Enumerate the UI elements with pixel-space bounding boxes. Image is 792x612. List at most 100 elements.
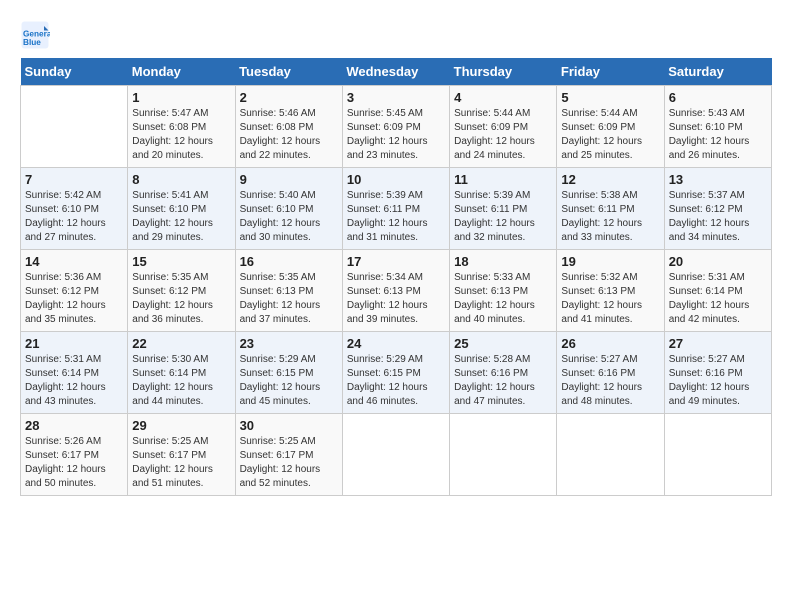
calendar-cell: 20 Sunrise: 5:31 AM Sunset: 6:14 PM Dayli… [664,250,771,332]
day-of-week-header: Monday [128,58,235,86]
calendar-week-row: 1 Sunrise: 5:47 AM Sunset: 6:08 PM Daylig… [21,86,772,168]
day-info-text: Sunrise: 5:35 AM Sunset: 6:13 PM Dayligh… [240,271,338,327]
calendar-header-row: SundayMondayTuesdayWednesdayThursdayFrid… [21,58,772,86]
calendar-cell [21,86,128,168]
day-of-week-header: Wednesday [342,58,449,86]
calendar-cell: 28 Sunrise: 5:26 AM Sunset: 6:17 PM Dayli… [21,414,128,496]
day-info-text: Sunrise: 5:44 AM Sunset: 6:09 PM Dayligh… [561,107,659,163]
calendar-cell: 14 Sunrise: 5:36 AM Sunset: 6:12 PM Dayli… [21,250,128,332]
day-number: 2 [240,90,338,105]
calendar-cell: 26Sunrise: 5:27 AM Sunset: 6:16 PM Dayli… [557,332,664,414]
calendar-cell: 11 Sunrise: 5:39 AM Sunset: 6:11 PM Dayli… [450,168,557,250]
day-of-week-header: Sunday [21,58,128,86]
day-number: 26 [561,336,659,351]
day-number: 27 [669,336,767,351]
calendar-cell: 5 Sunrise: 5:44 AM Sunset: 6:09 PM Daylig… [557,86,664,168]
calendar-cell: 29 Sunrise: 5:25 AM Sunset: 6:17 PM Dayli… [128,414,235,496]
day-of-week-header: Tuesday [235,58,342,86]
day-number: 14 [25,254,123,269]
calendar-cell: 16 Sunrise: 5:35 AM Sunset: 6:13 PM Dayli… [235,250,342,332]
day-info-text: Sunrise: 5:46 AM Sunset: 6:08 PM Dayligh… [240,107,338,163]
day-info-text: Sunrise: 5:36 AM Sunset: 6:12 PM Dayligh… [25,271,123,327]
calendar-cell: 7 Sunrise: 5:42 AM Sunset: 6:10 PM Daylig… [21,168,128,250]
logo: General Blue [20,20,54,50]
calendar-cell: 4Sunrise: 5:44 AM Sunset: 6:09 PM Daylig… [450,86,557,168]
day-info-text: Sunrise: 5:29 AM Sunset: 6:15 PM Dayligh… [347,353,445,409]
day-info-text: Sunrise: 5:41 AM Sunset: 6:10 PM Dayligh… [132,189,230,245]
calendar-cell: 21 Sunrise: 5:31 AM Sunset: 6:14 PM Dayli… [21,332,128,414]
day-number: 29 [132,418,230,433]
day-number: 22 [132,336,230,351]
calendar-cell [342,414,449,496]
day-number: 23 [240,336,338,351]
calendar-week-row: 14 Sunrise: 5:36 AM Sunset: 6:12 PM Dayli… [21,250,772,332]
day-number: 12 [561,172,659,187]
calendar-cell: 15Sunrise: 5:35 AM Sunset: 6:12 PM Dayli… [128,250,235,332]
calendar-cell: 6Sunrise: 5:43 AM Sunset: 6:10 PM Daylig… [664,86,771,168]
calendar-cell: 23 Sunrise: 5:29 AM Sunset: 6:15 PM Dayli… [235,332,342,414]
day-number: 11 [454,172,552,187]
day-info-text: Sunrise: 5:45 AM Sunset: 6:09 PM Dayligh… [347,107,445,163]
day-number: 10 [347,172,445,187]
calendar-cell: 3 Sunrise: 5:45 AM Sunset: 6:09 PM Daylig… [342,86,449,168]
calendar-cell [664,414,771,496]
day-info-text: Sunrise: 5:31 AM Sunset: 6:14 PM Dayligh… [25,353,123,409]
day-number: 6 [669,90,767,105]
calendar-cell: 19 Sunrise: 5:32 AM Sunset: 6:13 PM Dayli… [557,250,664,332]
day-info-text: Sunrise: 5:31 AM Sunset: 6:14 PM Dayligh… [669,271,767,327]
day-info-text: Sunrise: 5:42 AM Sunset: 6:10 PM Dayligh… [25,189,123,245]
calendar-cell: 22 Sunrise: 5:30 AM Sunset: 6:14 PM Dayli… [128,332,235,414]
calendar-week-row: 7 Sunrise: 5:42 AM Sunset: 6:10 PM Daylig… [21,168,772,250]
day-of-week-header: Friday [557,58,664,86]
day-number: 16 [240,254,338,269]
calendar-cell: 12 Sunrise: 5:38 AM Sunset: 6:11 PM Dayli… [557,168,664,250]
day-info-text: Sunrise: 5:32 AM Sunset: 6:13 PM Dayligh… [561,271,659,327]
day-number: 21 [25,336,123,351]
calendar-cell: 25 Sunrise: 5:28 AM Sunset: 6:16 PM Dayli… [450,332,557,414]
day-info-text: Sunrise: 5:26 AM Sunset: 6:17 PM Dayligh… [25,435,123,491]
day-number: 3 [347,90,445,105]
calendar-cell [450,414,557,496]
calendar-cell: 13Sunrise: 5:37 AM Sunset: 6:12 PM Dayli… [664,168,771,250]
day-number: 30 [240,418,338,433]
day-info-text: Sunrise: 5:38 AM Sunset: 6:11 PM Dayligh… [561,189,659,245]
calendar-cell: 30Sunrise: 5:25 AM Sunset: 6:17 PM Dayli… [235,414,342,496]
day-number: 5 [561,90,659,105]
day-number: 8 [132,172,230,187]
day-info-text: Sunrise: 5:28 AM Sunset: 6:16 PM Dayligh… [454,353,552,409]
day-info-text: Sunrise: 5:25 AM Sunset: 6:17 PM Dayligh… [132,435,230,491]
calendar-cell: 24 Sunrise: 5:29 AM Sunset: 6:15 PM Dayli… [342,332,449,414]
day-info-text: Sunrise: 5:33 AM Sunset: 6:13 PM Dayligh… [454,271,552,327]
day-info-text: Sunrise: 5:47 AM Sunset: 6:08 PM Dayligh… [132,107,230,163]
day-info-text: Sunrise: 5:37 AM Sunset: 6:12 PM Dayligh… [669,189,767,245]
calendar-cell: 18Sunrise: 5:33 AM Sunset: 6:13 PM Dayli… [450,250,557,332]
calendar-table: SundayMondayTuesdayWednesdayThursdayFrid… [20,58,772,496]
day-info-text: Sunrise: 5:40 AM Sunset: 6:10 PM Dayligh… [240,189,338,245]
day-info-text: Sunrise: 5:35 AM Sunset: 6:12 PM Dayligh… [132,271,230,327]
day-info-text: Sunrise: 5:27 AM Sunset: 6:16 PM Dayligh… [669,353,767,409]
day-number: 17 [347,254,445,269]
day-info-text: Sunrise: 5:30 AM Sunset: 6:14 PM Dayligh… [132,353,230,409]
day-number: 28 [25,418,123,433]
day-info-text: Sunrise: 5:39 AM Sunset: 6:11 PM Dayligh… [454,189,552,245]
day-info-text: Sunrise: 5:39 AM Sunset: 6:11 PM Dayligh… [347,189,445,245]
day-number: 24 [347,336,445,351]
day-number: 25 [454,336,552,351]
day-info-text: Sunrise: 5:34 AM Sunset: 6:13 PM Dayligh… [347,271,445,327]
day-info-text: Sunrise: 5:44 AM Sunset: 6:09 PM Dayligh… [454,107,552,163]
day-info-text: Sunrise: 5:29 AM Sunset: 6:15 PM Dayligh… [240,353,338,409]
calendar-cell: 27 Sunrise: 5:27 AM Sunset: 6:16 PM Dayli… [664,332,771,414]
day-number: 20 [669,254,767,269]
calendar-cell: 17 Sunrise: 5:34 AM Sunset: 6:13 PM Dayli… [342,250,449,332]
day-of-week-header: Saturday [664,58,771,86]
day-number: 19 [561,254,659,269]
day-number: 1 [132,90,230,105]
day-number: 7 [25,172,123,187]
day-of-week-header: Thursday [450,58,557,86]
calendar-week-row: 21 Sunrise: 5:31 AM Sunset: 6:14 PM Dayli… [21,332,772,414]
day-number: 9 [240,172,338,187]
calendar-cell [557,414,664,496]
svg-text:Blue: Blue [23,38,41,47]
calendar-cell: 9 Sunrise: 5:40 AM Sunset: 6:10 PM Daylig… [235,168,342,250]
calendar-cell: 1 Sunrise: 5:47 AM Sunset: 6:08 PM Daylig… [128,86,235,168]
